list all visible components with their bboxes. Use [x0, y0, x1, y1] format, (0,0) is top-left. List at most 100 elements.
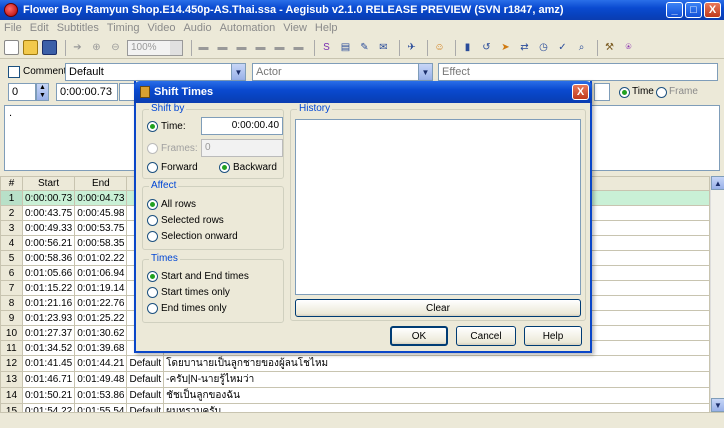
shift-by-legend: Shift by [149, 103, 187, 114]
jump-to-icon[interactable]: ➔ [70, 40, 85, 55]
all-rows-label: All rows [161, 199, 197, 210]
automation-icon[interactable]: ✈ [404, 40, 419, 55]
backward-radio[interactable] [219, 162, 230, 173]
spell-checker-icon[interactable]: ✓ [555, 40, 570, 55]
translation-assistant-icon[interactable]: ☺ [432, 40, 447, 55]
zoom-out-icon[interactable]: ⊖ [108, 40, 123, 55]
row-style: Default [126, 387, 165, 404]
shift-time-input[interactable]: 0:00:00.40 [201, 117, 283, 135]
video-snap-start-icon[interactable]: ▬ [196, 40, 211, 55]
menu-subtitles[interactable]: Subtitles [53, 22, 103, 34]
find-replace-icon[interactable]: ⌕ [574, 40, 589, 55]
shift-by-time-option[interactable]: Time: [147, 121, 186, 132]
menu-video[interactable]: Video [144, 22, 180, 34]
aegisub-app-icon[interactable] [4, 3, 18, 17]
menu-view[interactable]: View [279, 22, 311, 34]
layer-input[interactable]: 0 [8, 83, 36, 101]
column-header-start[interactable]: Start [21, 176, 76, 191]
shift-by-time-radio[interactable] [147, 121, 158, 132]
end-time-input[interactable] [119, 83, 135, 101]
video-snap-end-icon[interactable]: ▬ [215, 40, 230, 55]
selected-rows-radio[interactable] [147, 215, 158, 226]
shift-frames-input[interactable]: 0 [201, 139, 283, 157]
shift-by-frames-radio[interactable] [147, 143, 158, 154]
actor-input[interactable]: Actor ▼ [252, 63, 433, 81]
selection-onward-option[interactable]: Selection onward [147, 231, 238, 242]
shift-by-frames-option[interactable]: Frames: [147, 143, 198, 154]
start-and-end-option[interactable]: Start and End times [147, 271, 249, 282]
comment-checkbox[interactable] [8, 66, 20, 78]
table-row[interactable]: 12 0:01:41.45 0:01:44.21 Default โดยบานายเป็… [0, 355, 710, 372]
forward-option[interactable]: Forward [147, 162, 198, 173]
row-number: 6 [0, 265, 23, 281]
forward-radio[interactable] [147, 162, 158, 173]
dialog-close-button[interactable]: X [572, 84, 589, 100]
frame-mode-radio[interactable] [656, 87, 667, 98]
cancel-button[interactable]: Cancel [456, 326, 516, 346]
video-snap-scene-icon[interactable]: ▬ [234, 40, 249, 55]
save-icon[interactable] [42, 40, 57, 55]
table-row[interactable]: 13 0:01:46.71 0:01:49.48 Default -ครับ|N-นาย… [0, 371, 710, 388]
attachments-icon[interactable]: ✎ [357, 40, 372, 55]
open-folder-icon[interactable] [23, 40, 38, 55]
window-title-bar: Flower Boy Ramyun Shop.E14.450p-AS.Thai.… [0, 0, 724, 20]
history-list[interactable] [295, 119, 581, 295]
margin-input[interactable] [594, 83, 610, 101]
column-header-number[interactable]: # [0, 176, 23, 191]
all-rows-option[interactable]: All rows [147, 199, 196, 210]
column-header-end[interactable]: End [74, 176, 128, 191]
menu-help[interactable]: Help [311, 22, 342, 34]
style-select[interactable]: Default ▼ [65, 63, 246, 81]
selection-onward-radio[interactable] [147, 231, 158, 242]
options-tools-icon[interactable]: ⚒ [602, 40, 617, 55]
maximize-button[interactable]: □ [685, 2, 702, 18]
start-and-end-radio[interactable] [147, 271, 158, 282]
zoom-select[interactable]: 100% [127, 39, 183, 56]
timing-postprocessor-icon[interactable]: ▮ [460, 40, 475, 55]
close-button[interactable]: X [704, 2, 721, 18]
shift-times-icon[interactable]: ⇄ [517, 40, 532, 55]
menu-automation[interactable]: Automation [216, 22, 280, 34]
end-only-option[interactable]: End times only [147, 303, 227, 314]
visual-typesetting-icon[interactable]: ⍟ [621, 40, 636, 55]
start-time-input[interactable]: 0:00:00.73 [56, 83, 118, 101]
scroll-down-icon[interactable]: ▼ [711, 398, 724, 412]
video-camera-icon[interactable]: ▬ [291, 40, 306, 55]
selected-rows-option[interactable]: Selected rows [147, 215, 224, 226]
minimize-button[interactable]: _ [666, 2, 683, 18]
grid-vertical-scrollbar[interactable]: ▲ ▼ [710, 176, 724, 412]
styles-manager-icon[interactable]: S [319, 40, 334, 55]
start-only-radio[interactable] [147, 287, 158, 298]
row-number: 3 [0, 220, 23, 236]
time-mode-radio[interactable] [619, 87, 630, 98]
all-rows-radio[interactable] [147, 199, 158, 210]
row-end-time: 0:01:19.14 [74, 280, 128, 296]
effect-input[interactable]: Effect [438, 63, 718, 81]
zoom-in-icon[interactable]: ⊕ [89, 40, 104, 55]
menu-file[interactable]: File [0, 22, 26, 34]
time-clock-icon[interactable]: ◷ [536, 40, 551, 55]
ok-button[interactable]: OK [390, 326, 448, 346]
scroll-up-icon[interactable]: ▲ [711, 176, 724, 190]
kanji-timer-icon[interactable]: ↺ [479, 40, 494, 55]
backward-option[interactable]: Backward [219, 162, 277, 173]
new-file-icon[interactable] [4, 40, 19, 55]
table-row[interactable]: 14 0:01:50.21 0:01:53.86 Default ชัชเป็นลูกข… [0, 387, 710, 404]
end-only-radio[interactable] [147, 303, 158, 314]
resample-icon[interactable]: ➤ [498, 40, 513, 55]
fonts-collector-icon[interactable]: ✉ [376, 40, 391, 55]
menu-edit[interactable]: Edit [26, 22, 53, 34]
toolbar-separator [191, 39, 192, 56]
start-only-option[interactable]: Start times only [147, 287, 230, 298]
video-snap-keyframe-icon[interactable]: ▬ [253, 40, 268, 55]
properties-icon[interactable]: ▤ [338, 40, 353, 55]
dialog-title-bar[interactable]: Shift Times X [134, 81, 592, 103]
menu-timing[interactable]: Timing [103, 22, 144, 34]
help-button[interactable]: Help [524, 326, 582, 346]
end-only-label: End times only [161, 303, 227, 314]
history-clear-button[interactable]: Clear [295, 299, 581, 317]
menu-audio[interactable]: Audio [179, 22, 215, 34]
table-row[interactable]: 15 0:01:54.22 0:01:55.54 Default ผมทราบครับ [0, 403, 710, 412]
layer-spin[interactable]: ▲ ▼ [36, 83, 49, 101]
video-chat-icon[interactable]: ▬ [272, 40, 287, 55]
